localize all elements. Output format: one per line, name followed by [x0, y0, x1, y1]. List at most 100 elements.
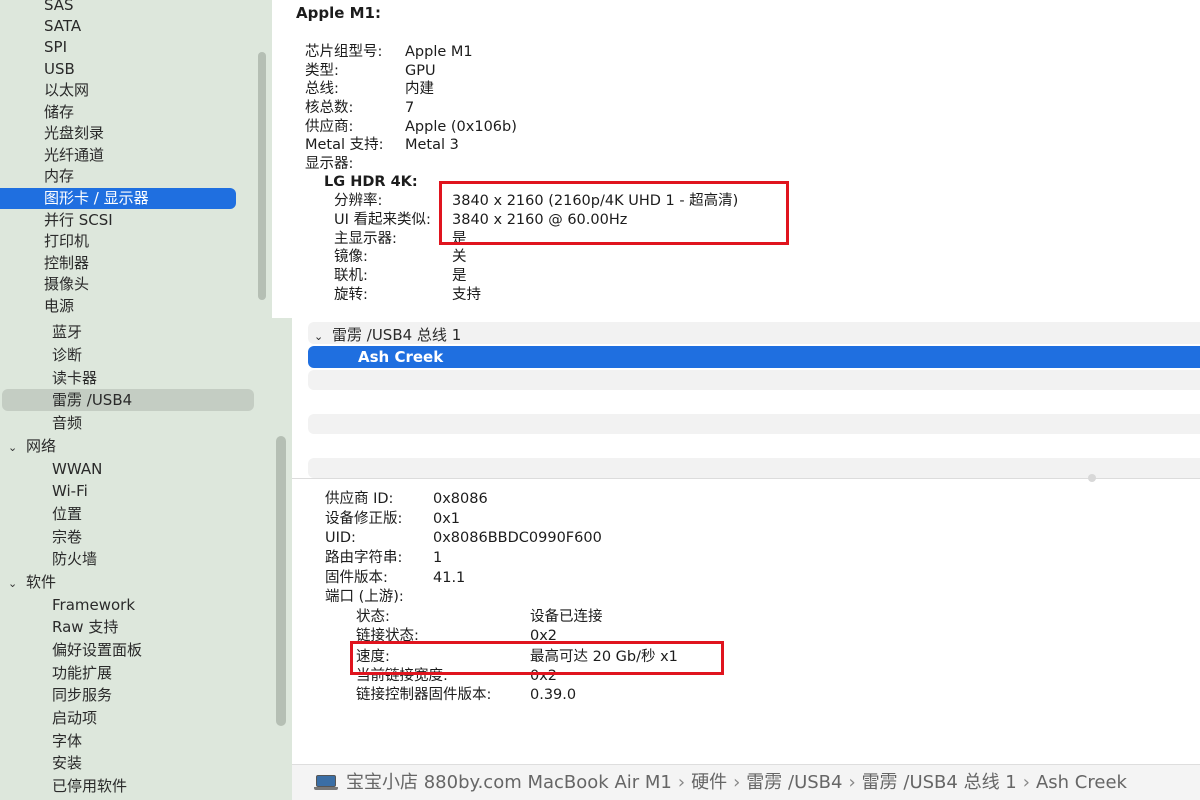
chevron-down-icon: ⌄	[314, 330, 324, 343]
sidebar-item-wifi[interactable]: Wi-Fi	[52, 480, 88, 502]
sidebar-item-sas[interactable]: SAS	[44, 0, 74, 16]
display-key: 主显示器:	[334, 231, 397, 247]
sidebar-item-disabled-software[interactable]: 已停用软件	[52, 775, 127, 797]
path-bar: 宝宝小店 880by.com MacBook Air M1 › 硬件 › 雷雳 /USB…	[292, 764, 1200, 800]
chevron-down-icon: ⌄	[8, 577, 18, 590]
sidebar-item-controller[interactable]: 控制器	[44, 253, 89, 274]
sidebar-item-storage[interactable]: 储存	[44, 102, 74, 123]
sidebar-item-parallel-scsi[interactable]: 并行 SCSI	[44, 210, 113, 231]
sidebar-item-fibre-channel[interactable]: 光纤通道	[44, 145, 104, 166]
info-key: 供应商 ID:	[325, 491, 394, 507]
sidebar-item-camera[interactable]: 摄像头	[44, 274, 89, 295]
path-separator: ›	[1022, 772, 1030, 793]
info-value: Apple M1	[405, 44, 473, 60]
info-value: 41.1	[433, 570, 466, 586]
path-separator: ›	[848, 772, 856, 793]
sidebar-item-preference-panes[interactable]: 偏好设置面板	[52, 639, 142, 661]
display-value: 支持	[452, 287, 481, 303]
split-handle[interactable]	[1088, 474, 1096, 482]
sidebar-top-scrollbar[interactable]	[258, 52, 266, 300]
info-key: Metal 支持:	[305, 137, 384, 153]
path-separator: ›	[733, 772, 741, 793]
display-key: 联机:	[334, 268, 368, 284]
info-value: 0x8086	[433, 491, 488, 507]
resolution-highlight-box	[439, 181, 789, 245]
sidebar-group-software[interactable]: ⌄ 软件	[8, 571, 56, 593]
speed-highlight-box	[350, 641, 724, 675]
sidebar-item-usb[interactable]: USB	[44, 59, 75, 80]
info-key: UID:	[325, 530, 356, 546]
path-segment[interactable]: 硬件	[691, 772, 727, 793]
path-separator: ›	[677, 772, 686, 793]
sidebar-item-locations[interactable]: 位置	[52, 503, 82, 525]
info-key: 固件版本:	[325, 570, 388, 586]
info-value: GPU	[405, 63, 436, 79]
info-key: 路由字符串:	[325, 550, 403, 566]
device-tree: ⌄ 雷雳 /USB4 总线 1 Ash Creek	[292, 318, 1200, 488]
sidebar-item-startup-items[interactable]: 启动项	[52, 707, 97, 729]
info-value: Metal 3	[405, 137, 459, 153]
sidebar-item-audio[interactable]: 音频	[52, 412, 82, 434]
display-key: UI 看起来类似:	[334, 212, 431, 228]
sidebar-item-card-reader[interactable]: 读卡器	[52, 367, 97, 389]
sidebar-bottom-scrollbar[interactable]	[276, 436, 286, 726]
chevron-down-icon: ⌄	[8, 441, 18, 454]
display-key: 镜像:	[334, 249, 368, 265]
sidebar-item-volumes[interactable]: 宗卷	[52, 526, 82, 548]
graphics-detail-panel: Apple M1: 芯片组型号: Apple M1 类型: GPU 总线: 内建…	[272, 0, 1200, 318]
sidebar-item-diagnostics[interactable]: 诊断	[52, 344, 82, 366]
sidebar-item-sata[interactable]: SATA	[44, 16, 81, 37]
tree-row-stripe	[308, 458, 1200, 478]
tree-row-stripe	[308, 370, 1200, 390]
sidebar-item-fonts[interactable]: 字体	[52, 730, 82, 752]
info-key: 供应商:	[305, 119, 354, 135]
sidebar-item-installations[interactable]: 安装	[52, 752, 82, 774]
info-value: 1	[433, 550, 443, 566]
path-segment[interactable]: 雷雳 /USB4 总线 1	[862, 772, 1017, 793]
sidebar-item-thunderbolt-usb4[interactable]: 雷雳 /USB4	[2, 389, 254, 411]
port-key: 链接控制器固件版本:	[356, 687, 492, 703]
tree-row-stripe	[308, 414, 1200, 434]
display-key: 分辨率:	[334, 193, 383, 209]
sidebar-group-label: 软件	[26, 573, 57, 591]
sidebar-group-label: 网络	[26, 437, 57, 455]
info-value: Apple (0x106b)	[405, 119, 517, 135]
sidebar-item-raw-support[interactable]: Raw 支持	[52, 616, 118, 638]
sidebar-item-graphics-displays[interactable]: 图形卡 / 显示器	[0, 188, 236, 209]
tree-parent-label: 雷雳 /USB4 总线 1	[332, 326, 462, 344]
path-segment[interactable]: 宝宝小店 880by.com MacBook Air M1	[346, 772, 672, 793]
port-key: 状态:	[356, 609, 390, 625]
sidebar-item-wwan[interactable]: WWAN	[52, 458, 102, 480]
sidebar-item-power[interactable]: 电源	[44, 296, 74, 317]
info-key: 总线:	[305, 81, 339, 97]
info-value: 内建	[405, 81, 434, 97]
info-key: 类型:	[305, 63, 339, 79]
sidebar-item-ethernet[interactable]: 以太网	[44, 80, 89, 101]
sidebar-item-firewall[interactable]: 防火墙	[52, 548, 97, 570]
tree-parent-bus[interactable]: ⌄ 雷雳 /USB4 总线 1	[314, 324, 461, 345]
tree-item-ash-creek[interactable]: Ash Creek	[308, 346, 1200, 368]
sidebar-bottom: 蓝牙 诊断 读卡器 雷雳 /USB4 音频 ⌄ 网络 WWAN Wi-Fi 位置 …	[0, 318, 292, 800]
info-key: 端口 (上游):	[325, 589, 404, 605]
info-value: 7	[405, 100, 415, 116]
thunderbolt-detail-panel: 供应商 ID: 0x8086 设备修正版: 0x1 UID: 0x8086BBD…	[292, 482, 1200, 752]
info-value: 0x1	[433, 511, 461, 527]
sidebar-group-network[interactable]: ⌄ 网络	[8, 435, 56, 457]
display-value: 关	[452, 249, 467, 265]
info-key: 显示器:	[305, 156, 354, 172]
sidebar-item-framework[interactable]: Framework	[52, 594, 135, 616]
info-value: 0x8086BBDC0990F600	[433, 530, 602, 546]
sidebar-item-disc-burning[interactable]: 光盘刻录	[44, 123, 104, 144]
path-segment[interactable]: Ash Creek	[1036, 772, 1127, 793]
sidebar-item-spi[interactable]: SPI	[44, 37, 67, 58]
display-key: 旋转:	[334, 287, 368, 303]
sidebar-item-printers[interactable]: 打印机	[44, 231, 89, 252]
sidebar-item-sync-services[interactable]: 同步服务	[52, 684, 112, 706]
chip-title: Apple M1:	[296, 4, 381, 22]
split-divider[interactable]	[292, 478, 1200, 479]
info-key: 芯片组型号:	[305, 44, 383, 60]
sidebar-item-bluetooth[interactable]: 蓝牙	[52, 321, 82, 343]
path-segment[interactable]: 雷雳 /USB4	[746, 772, 842, 793]
sidebar-item-extensions[interactable]: 功能扩展	[52, 662, 112, 684]
sidebar-item-memory[interactable]: 内存	[44, 166, 74, 187]
